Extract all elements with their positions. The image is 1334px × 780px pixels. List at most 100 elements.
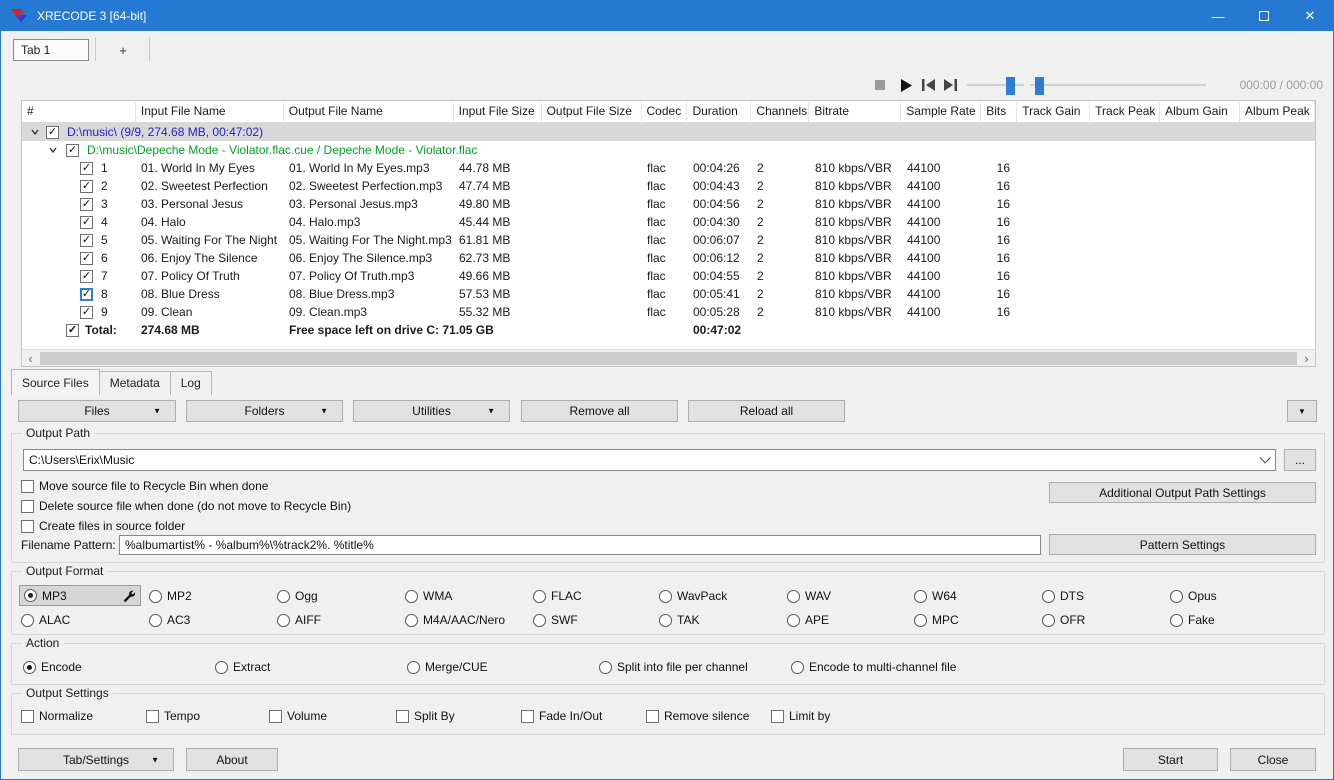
- pattern-settings-button[interactable]: Pattern Settings: [1049, 534, 1316, 555]
- action-radio[interactable]: [791, 660, 804, 674]
- format-aiff-option[interactable]: AIFF: [277, 613, 321, 627]
- format-m4a-option[interactable]: M4A/AAC/Nero: [405, 613, 505, 627]
- tab-source-files[interactable]: Source Files: [11, 369, 100, 395]
- browse-output-path-button[interactable]: ...: [1284, 449, 1316, 471]
- format-radio[interactable]: [405, 613, 418, 627]
- format-w64-option[interactable]: W64: [914, 589, 957, 603]
- format-wav-option[interactable]: WAV: [787, 589, 831, 603]
- table-row[interactable]: 7 07. Policy Of Truth 07. Policy Of Trut…: [22, 267, 1315, 285]
- col-duration[interactable]: Duration: [687, 101, 752, 122]
- source-folder-option[interactable]: Create files in source folder: [21, 519, 185, 533]
- fade-in-out-checkbox[interactable]: [521, 709, 534, 723]
- additional-output-path-settings-button[interactable]: Additional Output Path Settings: [1049, 482, 1316, 503]
- format-radio[interactable]: [914, 589, 927, 603]
- col-output-name[interactable]: Output File Name: [284, 101, 454, 122]
- utilities-button[interactable]: Utilities ▼: [353, 400, 510, 422]
- format-alac-option[interactable]: ALAC: [21, 613, 70, 627]
- more-toolbar-button[interactable]: ▼: [1287, 400, 1317, 422]
- table-row[interactable]: 4 04. Halo 04. Halo.mp3 45.44 MB flac 00…: [22, 213, 1315, 231]
- maximize-button[interactable]: [1241, 1, 1287, 31]
- row-checkbox[interactable]: [80, 215, 93, 229]
- expand-arrow-icon[interactable]: [48, 145, 58, 155]
- col-output-size[interactable]: Output File Size: [542, 101, 642, 122]
- volume-checkbox[interactable]: [269, 709, 282, 723]
- format-radio[interactable]: [405, 589, 418, 603]
- action-radio[interactable]: [599, 660, 612, 674]
- group-checkbox[interactable]: [66, 143, 79, 157]
- minimize-button[interactable]: —: [1195, 1, 1241, 31]
- delete-source-checkbox[interactable]: [21, 499, 34, 513]
- start-button[interactable]: Start: [1123, 748, 1218, 771]
- format-radio[interactable]: [277, 613, 290, 627]
- mp3-settings-box[interactable]: MP3: [19, 585, 141, 606]
- format-tak-option[interactable]: TAK: [659, 613, 699, 627]
- about-button[interactable]: About: [186, 748, 278, 771]
- format-swf-option[interactable]: SWF: [533, 613, 578, 627]
- group-checkbox[interactable]: [46, 125, 59, 139]
- format-ofr-option[interactable]: OFR: [1042, 613, 1085, 627]
- seek-slider-thumb[interactable]: [1035, 77, 1044, 95]
- format-wma-option[interactable]: WMA: [405, 589, 452, 603]
- tab-settings-button[interactable]: Tab/Settings ▼: [18, 748, 174, 771]
- action-radio[interactable]: [215, 660, 228, 674]
- col-codec[interactable]: Codec: [642, 101, 688, 122]
- recycle-bin-checkbox[interactable]: [21, 479, 34, 493]
- format-ac3-option[interactable]: AC3: [149, 613, 190, 627]
- table-row[interactable]: 9 09. Clean 09. Clean.mp3 55.32 MB flac …: [22, 303, 1315, 321]
- format-radio[interactable]: [149, 589, 162, 603]
- row-checkbox[interactable]: [80, 179, 93, 193]
- format-flac-option[interactable]: FLAC: [533, 589, 582, 603]
- remove-silence-option[interactable]: Remove silence: [646, 709, 749, 723]
- action-encode-option[interactable]: Encode: [23, 660, 82, 674]
- files-button[interactable]: Files ▼: [18, 400, 176, 422]
- row-checkbox[interactable]: [80, 197, 93, 211]
- add-tab-button[interactable]: +: [101, 39, 145, 61]
- format-fake-option[interactable]: Fake: [1170, 613, 1215, 627]
- stop-button[interactable]: [871, 77, 889, 93]
- format-wavpack-option[interactable]: WavPack: [659, 589, 727, 603]
- delete-source-option[interactable]: Delete source file when done (do not mov…: [21, 499, 351, 513]
- action-radio[interactable]: [23, 660, 36, 674]
- col-track-peak[interactable]: Track Peak: [1090, 101, 1161, 122]
- limit-by-checkbox[interactable]: [771, 709, 784, 723]
- table-row[interactable]: 1 01. World In My Eyes 01. World In My E…: [22, 159, 1315, 177]
- row-checkbox[interactable]: [80, 269, 93, 283]
- play-button[interactable]: [897, 77, 915, 93]
- table-row[interactable]: 6 06. Enjoy The Silence 06. Enjoy The Si…: [22, 249, 1315, 267]
- next-track-button[interactable]: [941, 77, 959, 93]
- scroll-left-icon[interactable]: ‹: [22, 350, 39, 367]
- volume-slider-thumb[interactable]: [1006, 77, 1015, 95]
- col-album-peak[interactable]: Album Peak: [1240, 101, 1315, 122]
- action-merge-cue-option[interactable]: Merge/CUE: [407, 660, 488, 674]
- split-by-option[interactable]: Split By: [396, 709, 455, 723]
- format-mpc-option[interactable]: MPC: [914, 613, 959, 627]
- tab-log[interactable]: Log: [170, 371, 212, 395]
- format-radio[interactable]: [277, 589, 290, 603]
- format-opus-option[interactable]: Opus: [1170, 589, 1217, 603]
- previous-track-button[interactable]: [919, 77, 937, 93]
- row-checkbox[interactable]: [80, 161, 93, 175]
- normalize-checkbox[interactable]: [21, 709, 34, 723]
- tab-1[interactable]: Tab 1: [13, 39, 89, 61]
- col-num[interactable]: #: [22, 101, 136, 122]
- total-checkbox[interactable]: [66, 323, 79, 337]
- recycle-bin-option[interactable]: Move source file to Recycle Bin when don…: [21, 479, 268, 493]
- group-row-folder[interactable]: D:\music\ (9/9, 274.68 MB, 00:47:02): [22, 123, 1315, 141]
- format-radio[interactable]: [21, 613, 34, 627]
- expand-arrow-icon[interactable]: [30, 127, 40, 137]
- col-bitrate[interactable]: Bitrate: [809, 101, 902, 122]
- row-checkbox[interactable]: [80, 251, 93, 265]
- remove-silence-checkbox[interactable]: [646, 709, 659, 723]
- filename-pattern-input[interactable]: [119, 535, 1041, 555]
- table-row[interactable]: 3 03. Personal Jesus 03. Personal Jesus.…: [22, 195, 1315, 213]
- action-split-per-channel-option[interactable]: Split into file per channel: [599, 660, 748, 674]
- format-dts-option[interactable]: DTS: [1042, 589, 1084, 603]
- table-row[interactable]: 8 08. Blue Dress 08. Blue Dress.mp3 57.5…: [22, 285, 1315, 303]
- row-checkbox[interactable]: [80, 233, 93, 247]
- col-channels[interactable]: Channels: [751, 101, 810, 122]
- split-by-checkbox[interactable]: [396, 709, 409, 723]
- format-radio[interactable]: [149, 613, 162, 627]
- limit-by-option[interactable]: Limit by: [771, 709, 830, 723]
- format-radio[interactable]: [1042, 613, 1055, 627]
- action-multichannel-option[interactable]: Encode to multi-channel file: [791, 660, 956, 674]
